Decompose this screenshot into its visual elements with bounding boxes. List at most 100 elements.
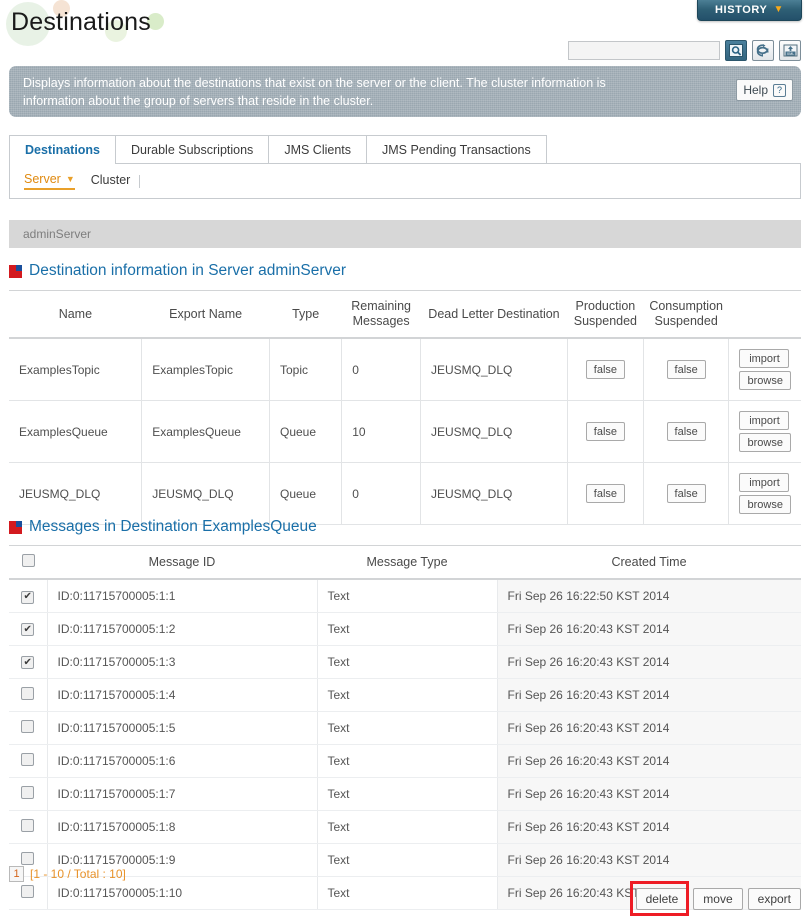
tab-jms-clients[interactable]: JMS Clients: [268, 135, 367, 163]
table-row: ID:0:11715700005:1:6 Text Fri Sep 26 16:…: [9, 744, 801, 778]
tab-destinations[interactable]: Destinations: [9, 135, 117, 164]
col-select-all: [9, 545, 47, 580]
cell-message-id: ID:0:11715700005:1:4: [47, 678, 318, 712]
table-row: ID:0:11715700005:1:8 Text Fri Sep 26 16:…: [9, 810, 801, 844]
browse-button[interactable]: browse: [739, 495, 791, 514]
cell-name: JEUSMQ_DLQ: [9, 462, 143, 525]
cell-message-type: Text: [317, 711, 498, 745]
divider: [139, 174, 141, 188]
move-button[interactable]: move: [693, 888, 743, 910]
tab-label: Durable Subscriptions: [131, 142, 254, 157]
import-button[interactable]: import: [739, 473, 790, 492]
tab-label: JMS Clients: [284, 142, 351, 157]
cell-message-type: Text: [317, 843, 498, 877]
cell-production-suspended: false: [567, 462, 644, 525]
row-checkbox[interactable]: [21, 686, 35, 700]
cell-export-name: ExamplesQueue: [141, 400, 270, 463]
messages-table: Message ID Message Type Created Time ID:…: [9, 545, 801, 910]
col-production-suspended: Production Suspended: [567, 290, 644, 339]
row-checkbox[interactable]: [21, 818, 35, 832]
cell-message-type: Text: [317, 744, 498, 778]
table-header-row: Name Export Name Type Remaining Messages…: [9, 290, 801, 339]
row-checkbox[interactable]: [21, 785, 35, 799]
consumption-suspended-button[interactable]: false: [666, 422, 706, 441]
cell-message-id: ID:0:11715700005:1:6: [47, 744, 318, 778]
select-all-checkbox[interactable]: [21, 554, 35, 567]
col-message-type: Message Type: [317, 545, 497, 580]
row-checkbox[interactable]: [21, 851, 35, 865]
browse-button[interactable]: browse: [739, 433, 791, 452]
subnav-item-cluster[interactable]: Cluster: [91, 173, 131, 189]
table-row: ExamplesQueue ExamplesQueue Queue 10 JEU…: [9, 400, 801, 463]
production-suspended-button[interactable]: false: [585, 484, 626, 503]
cell-type: Queue: [269, 400, 343, 463]
browse-button[interactable]: browse: [739, 371, 791, 390]
cell-message-type: Text: [317, 876, 498, 910]
info-banner: Displays information about the destinati…: [9, 66, 801, 117]
tab-durable-subscriptions[interactable]: Durable Subscriptions: [115, 135, 270, 163]
cell-message-id: ID:0:11715700005:1:2: [47, 612, 318, 646]
pagination-summary: [1 - 10 / Total : 10]: [30, 867, 126, 881]
row-checkbox[interactable]: [21, 884, 35, 898]
col-export-name: Export Name: [141, 290, 270, 339]
messages-section-heading: Messages in Destination ExamplesQueue: [9, 518, 317, 536]
subnav-item-server[interactable]: Server ▼: [24, 172, 75, 190]
tab-jms-pending-transactions[interactable]: JMS Pending Transactions: [366, 135, 547, 163]
history-button[interactable]: HISTORY ▼: [697, 0, 802, 21]
sub-navigation: Server ▼ Cluster: [9, 164, 801, 199]
cell-select: [9, 810, 48, 844]
row-checkbox[interactable]: [21, 623, 35, 637]
destinations-section-heading: Destination information in Server adminS…: [9, 262, 346, 280]
cell-name: ExamplesTopic: [9, 338, 143, 401]
chevron-down-icon: ▼: [65, 174, 75, 184]
cell-message-id: ID:0:11715700005:1:5: [47, 711, 318, 745]
cell-created-time: Fri Sep 26 16:20:43 KST 2014: [497, 810, 801, 844]
cell-consumption-suspended: false: [643, 338, 730, 401]
search-input[interactable]: [568, 41, 720, 60]
cell-remaining-messages: 10: [341, 400, 421, 463]
svg-text:XML: XML: [786, 52, 793, 56]
search-glyph: [729, 44, 743, 57]
col-remaining-messages-line2: Messages: [352, 314, 410, 328]
export-button[interactable]: export: [747, 888, 801, 910]
cell-select: [9, 777, 48, 811]
help-button[interactable]: Help ?: [736, 79, 793, 101]
cell-remaining-messages: 0: [341, 462, 421, 525]
cell-created-time: Fri Sep 26 16:22:50 KST 2014: [497, 579, 801, 613]
cell-created-time: Fri Sep 26 16:20:43 KST 2014: [497, 645, 801, 679]
cell-dead-letter-destination: JEUSMQ_DLQ: [420, 338, 568, 401]
page-number-1[interactable]: 1: [9, 866, 24, 882]
question-mark-icon: ?: [773, 83, 786, 97]
consumption-suspended-button[interactable]: false: [666, 484, 706, 503]
footer-actions: delete move export: [629, 881, 801, 916]
cell-select: [9, 579, 48, 613]
cell-production-suspended: false: [567, 338, 644, 401]
row-checkbox[interactable]: [21, 590, 35, 604]
cell-message-id: ID:0:11715700005:1:3: [47, 645, 318, 679]
row-checkbox[interactable]: [21, 656, 35, 670]
server-selector-bar[interactable]: adminServer: [9, 220, 801, 248]
xml-export-icon[interactable]: XML: [779, 40, 801, 61]
cell-export-name: JEUSMQ_DLQ: [141, 462, 270, 525]
import-button[interactable]: import: [739, 349, 790, 368]
table-row: ID:0:11715700005:1:3 Text Fri Sep 26 16:…: [9, 645, 801, 679]
xml-glyph: XML: [783, 44, 797, 57]
refresh-icon[interactable]: [752, 40, 774, 61]
cell-message-type: Text: [317, 612, 498, 646]
cell-consumption-suspended: false: [643, 400, 730, 463]
col-production-line2: Suspended: [573, 314, 638, 328]
cell-created-time: Fri Sep 26 16:20:43 KST 2014: [497, 843, 801, 877]
import-button[interactable]: import: [739, 411, 790, 430]
row-checkbox[interactable]: [21, 752, 35, 766]
consumption-suspended-button[interactable]: false: [666, 360, 706, 379]
cell-actions: import browse: [728, 400, 801, 463]
search-icon[interactable]: [725, 40, 747, 61]
cell-created-time: Fri Sep 26 16:20:43 KST 2014: [497, 612, 801, 646]
cell-remaining-messages: 0: [341, 338, 421, 401]
cell-dead-letter-destination: JEUSMQ_DLQ: [420, 462, 568, 525]
production-suspended-button[interactable]: false: [585, 422, 626, 441]
delete-button[interactable]: delete: [635, 888, 689, 910]
refresh-glyph: [756, 44, 768, 57]
production-suspended-button[interactable]: false: [585, 360, 626, 379]
row-checkbox[interactable]: [21, 719, 35, 733]
